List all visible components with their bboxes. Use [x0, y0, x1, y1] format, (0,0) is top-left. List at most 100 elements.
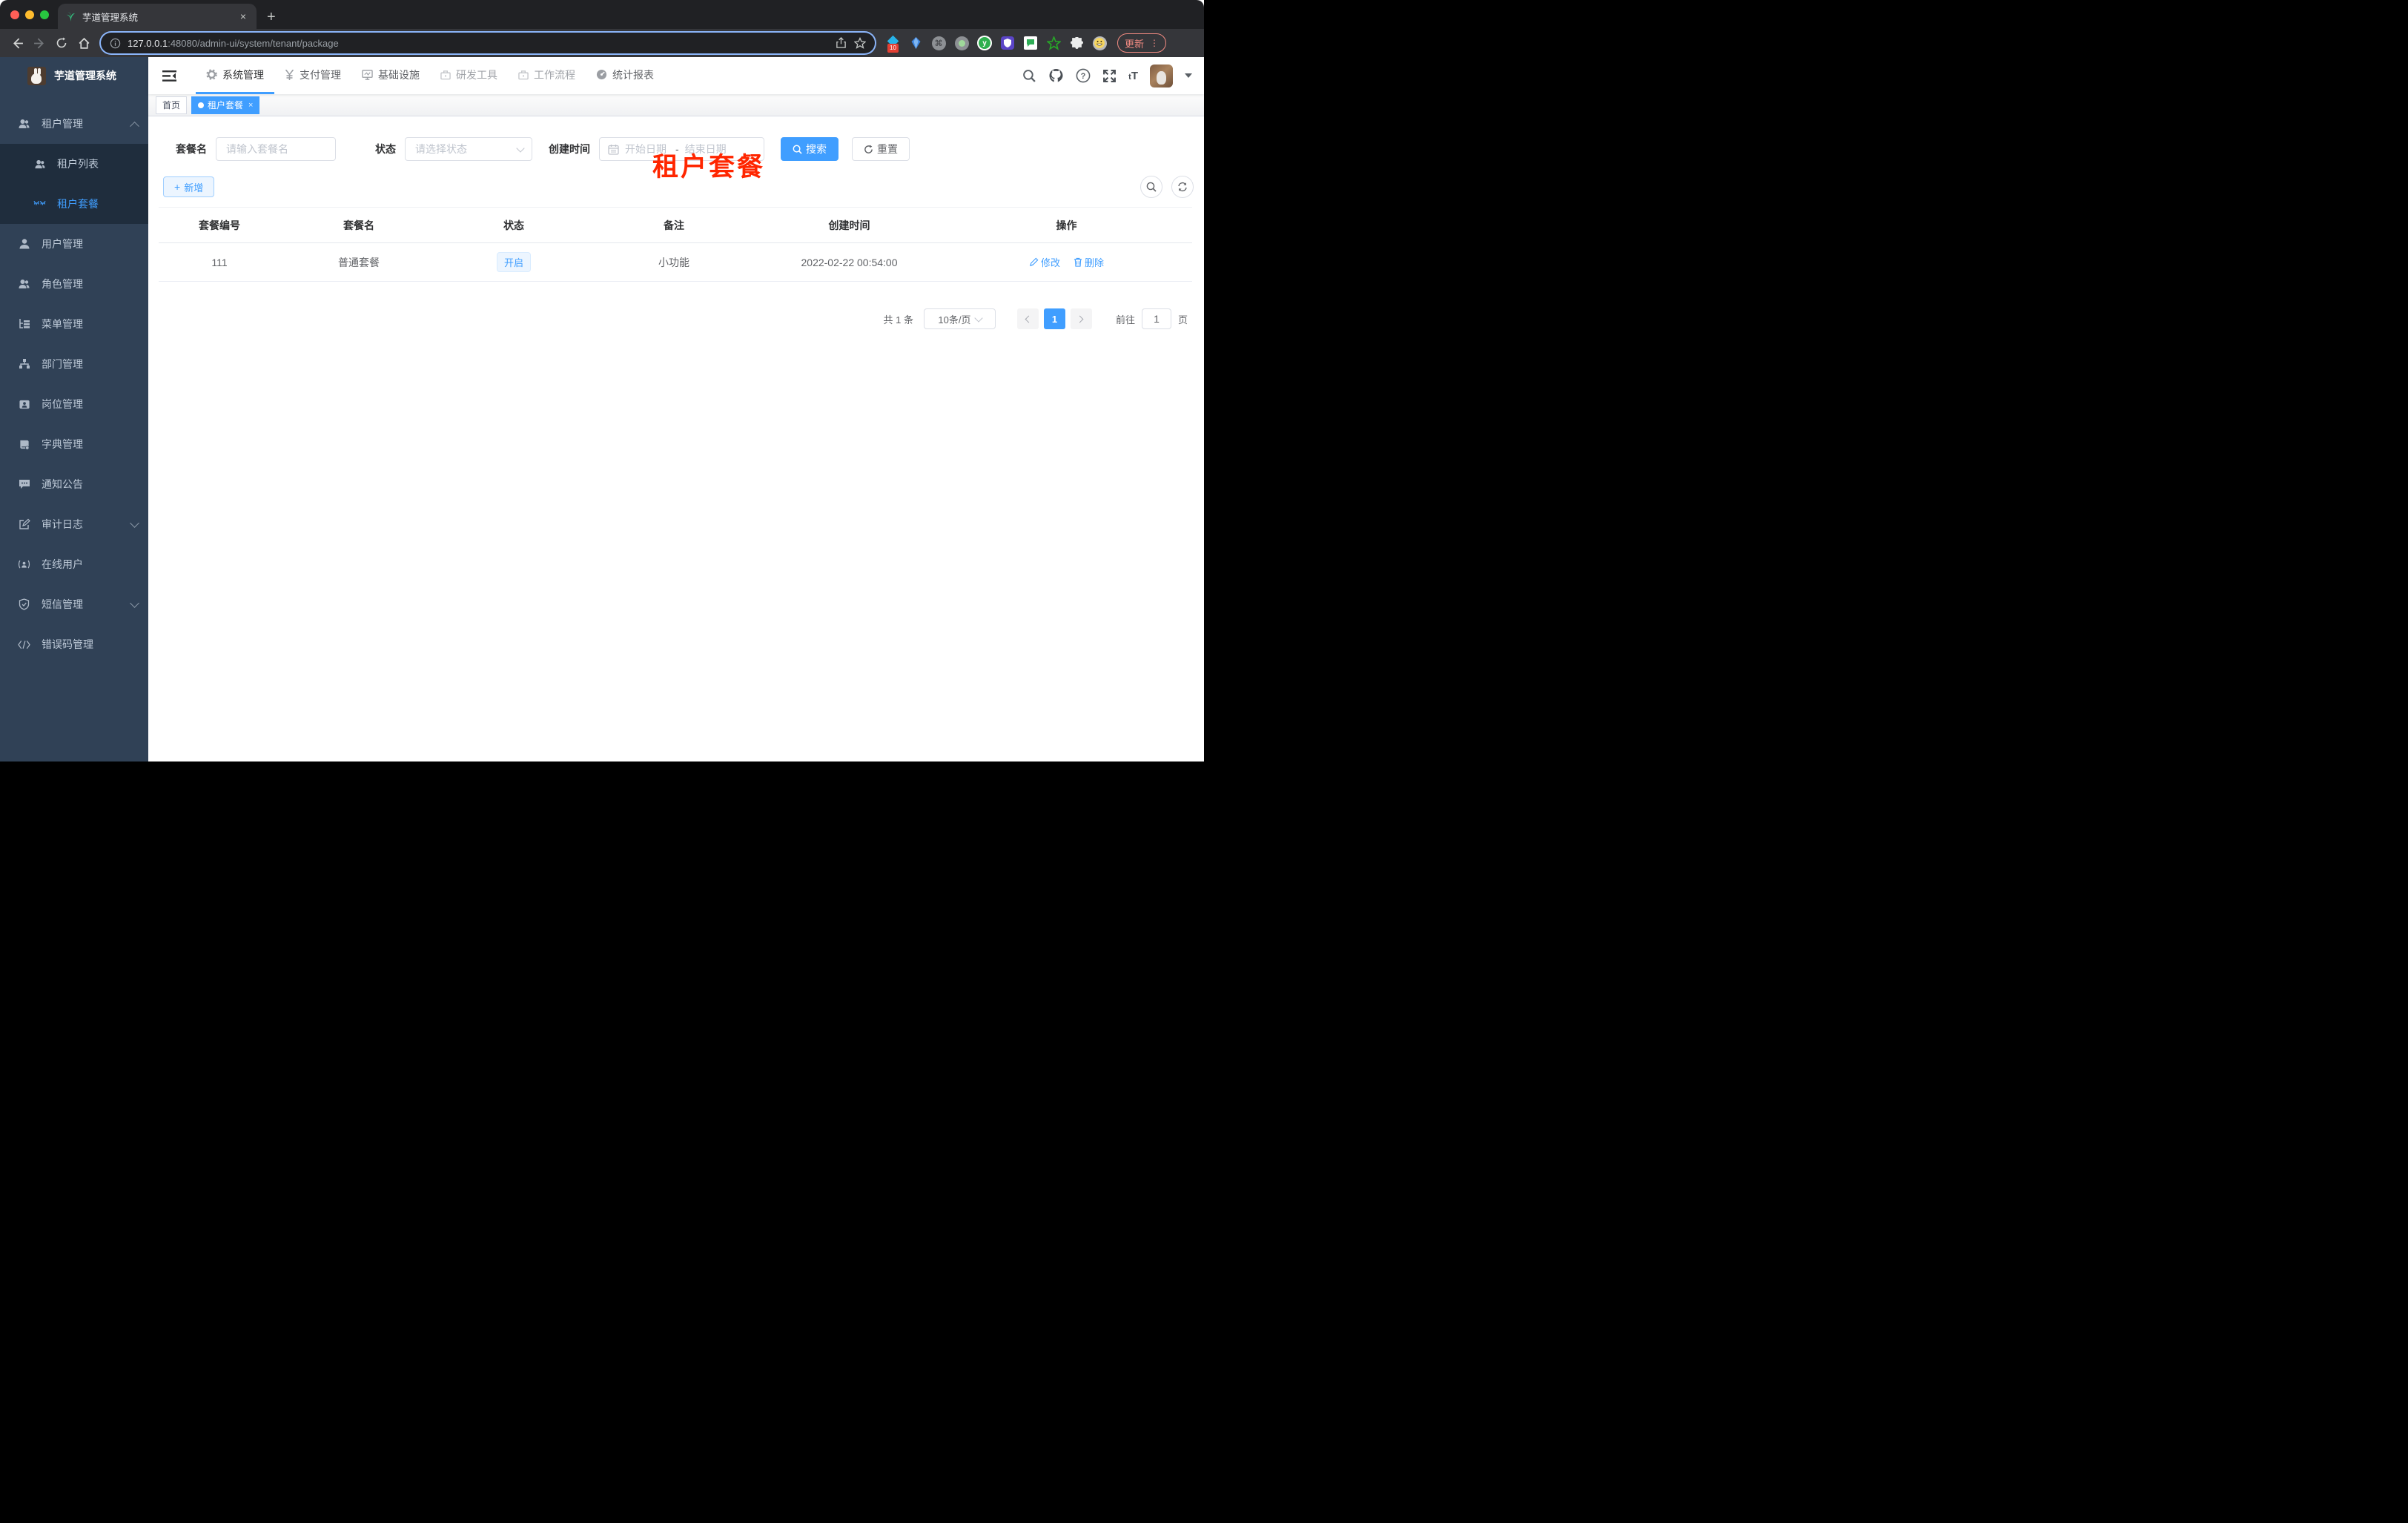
sidebar-item-sms-management[interactable]: 短信管理 [0, 584, 148, 624]
shield-check-icon [18, 598, 30, 611]
top-menu-report[interactable]: 统计报表 [586, 57, 664, 94]
github-icon[interactable] [1048, 68, 1064, 83]
top-menu-workflow[interactable]: 工作流程 [508, 57, 586, 94]
plus-icon: + [174, 181, 181, 193]
extension-emoji-icon[interactable] [1092, 36, 1107, 50]
bookmark-star-icon[interactable] [854, 37, 866, 49]
hamburger-icon[interactable] [156, 57, 182, 94]
minimize-window-button[interactable] [25, 10, 34, 19]
font-size-icon[interactable]: tT [1128, 70, 1138, 82]
reload-button[interactable] [52, 33, 71, 53]
col-create-time: 创建时间 [758, 207, 941, 243]
cell-package-id: 111 [159, 242, 280, 282]
cell-status: 开启 [437, 242, 590, 282]
goto-page-field[interactable] [1145, 312, 1168, 326]
new-tab-button[interactable]: + [267, 10, 276, 24]
sidebar-item-role-management[interactable]: 角色管理 [0, 264, 148, 304]
pagination: 共 1 条 10条/页 1 前往 页 [148, 308, 1188, 329]
add-button-label: 新增 [184, 182, 204, 194]
sidebar-item-label: 租户套餐 [57, 198, 99, 210]
sidebar-item-label: 审计日志 [42, 518, 83, 530]
search-button[interactable]: 搜索 [781, 137, 838, 161]
edit-link[interactable]: 修改 [1029, 255, 1060, 269]
add-button[interactable]: + 新增 [163, 176, 215, 197]
monitor-icon [362, 69, 373, 80]
cell-actions: 修改 删除 [941, 242, 1192, 282]
sidebar-item-tenant-list[interactable]: 租户列表 [0, 144, 148, 184]
package-name-input[interactable] [216, 137, 336, 161]
browser-menu-icon[interactable]: ⋮ [1150, 38, 1159, 48]
top-menu-payment[interactable]: 支付管理 [274, 57, 351, 94]
avatar-caret-icon[interactable] [1185, 73, 1192, 78]
next-page-button[interactable] [1070, 308, 1092, 329]
sidebar-item-post-management[interactable]: 岗位管理 [0, 384, 148, 424]
sidebar-item-dict-management[interactable]: 字典管理 [0, 424, 148, 464]
tag-label: 首页 [162, 100, 181, 110]
sidebar-item-tenant-management[interactable]: 租户管理 [0, 104, 148, 144]
help-icon[interactable]: ? [1076, 68, 1091, 83]
status-select[interactable] [405, 137, 532, 161]
extension-shield-icon[interactable] [1000, 36, 1015, 50]
sidebar-item-dept-management[interactable]: 部门管理 [0, 344, 148, 384]
extension-gem-icon[interactable] [908, 36, 923, 50]
extension-star-icon[interactable] [1046, 36, 1061, 50]
top-menu-infra[interactable]: 基础设施 [351, 57, 430, 94]
top-navbar: 系统管理 支付管理 基础设施 研发工具 工作流程 统计报表 ? tT [148, 57, 1204, 94]
table-row: 111 普通套餐 开启 小功能 2022-02-22 00:54:00 修改 删… [159, 242, 1192, 282]
refresh-table-button[interactable] [1171, 176, 1194, 198]
extension-dot-icon[interactable] [954, 36, 969, 50]
address-bar[interactable]: 127.0.0.1:48080/admin-ui/system/tenant/p… [101, 33, 875, 53]
app-title: 芋道管理系统 [54, 70, 116, 82]
extensions-puzzle-icon[interactable] [1069, 36, 1084, 50]
close-window-button[interactable] [10, 10, 19, 19]
sidebar-item-tenant-package[interactable]: 租户套餐 [0, 184, 148, 224]
chevron-down-icon [516, 143, 525, 153]
extension-y-icon[interactable]: y [977, 36, 992, 50]
share-icon[interactable] [836, 37, 847, 49]
fullscreen-icon[interactable] [1102, 69, 1117, 83]
browser-update-button[interactable]: 更新 ⋮ [1117, 33, 1167, 53]
prev-page-button[interactable] [1016, 308, 1039, 329]
chevron-down-icon [130, 518, 139, 528]
sidebar-item-notice[interactable]: 通知公告 [0, 464, 148, 504]
back-button[interactable] [7, 33, 27, 53]
top-menu-label: 系统管理 [222, 68, 264, 81]
avatar[interactable] [1150, 64, 1173, 87]
search-icon[interactable] [1022, 69, 1036, 83]
zoom-window-button[interactable] [40, 10, 49, 19]
current-page[interactable]: 1 [1043, 308, 1065, 329]
forward-button[interactable] [30, 33, 49, 53]
browser-tab[interactable]: 芋道管理系统 × [58, 4, 257, 29]
briefcase-icon [518, 70, 529, 80]
extension-chat-icon[interactable] [1023, 36, 1038, 50]
status-field[interactable] [414, 142, 513, 156]
sidebar-item-online-users[interactable]: 在线用户 [0, 544, 148, 584]
delete-link[interactable]: 删除 [1074, 255, 1104, 269]
tab-close-icon[interactable]: × [237, 10, 249, 22]
sidebar-item-error-code[interactable]: 错误码管理 [0, 624, 148, 664]
peoples-icon [33, 158, 46, 171]
package-name-field[interactable] [225, 142, 327, 156]
tree-list-icon [18, 318, 30, 331]
sidebar-logo[interactable]: 芋道管理系统 [0, 57, 148, 94]
show-search-toggle-button[interactable] [1140, 176, 1162, 198]
tag-tenant-package[interactable]: 租户套餐 × [191, 96, 260, 114]
sidebar-item-audit-log[interactable]: 审计日志 [0, 504, 148, 544]
favicon-icon [66, 11, 76, 22]
calendar-icon [608, 144, 619, 155]
top-menu-devtools[interactable]: 研发工具 [430, 57, 508, 94]
tag-close-icon[interactable]: × [247, 101, 253, 110]
top-menu-system[interactable]: 系统管理 [196, 57, 274, 94]
goto-page-input[interactable] [1141, 308, 1171, 329]
home-button[interactable] [74, 33, 93, 53]
sidebar-item-menu-management[interactable]: 菜单管理 [0, 304, 148, 344]
page-size-select[interactable]: 10条/页 [923, 308, 996, 329]
sidebar-item-user-management[interactable]: 用户管理 [0, 224, 148, 264]
sidebar-item-label: 租户列表 [57, 158, 99, 170]
tag-home[interactable]: 首页 [156, 96, 188, 114]
url-host: 127.0.0.1 [128, 37, 168, 49]
extension-diamond-icon[interactable]: 10 [885, 35, 900, 53]
reset-button[interactable]: 重置 [852, 137, 910, 161]
site-info-icon[interactable] [110, 38, 121, 49]
extension-command-icon[interactable]: ⌘ [931, 36, 946, 50]
